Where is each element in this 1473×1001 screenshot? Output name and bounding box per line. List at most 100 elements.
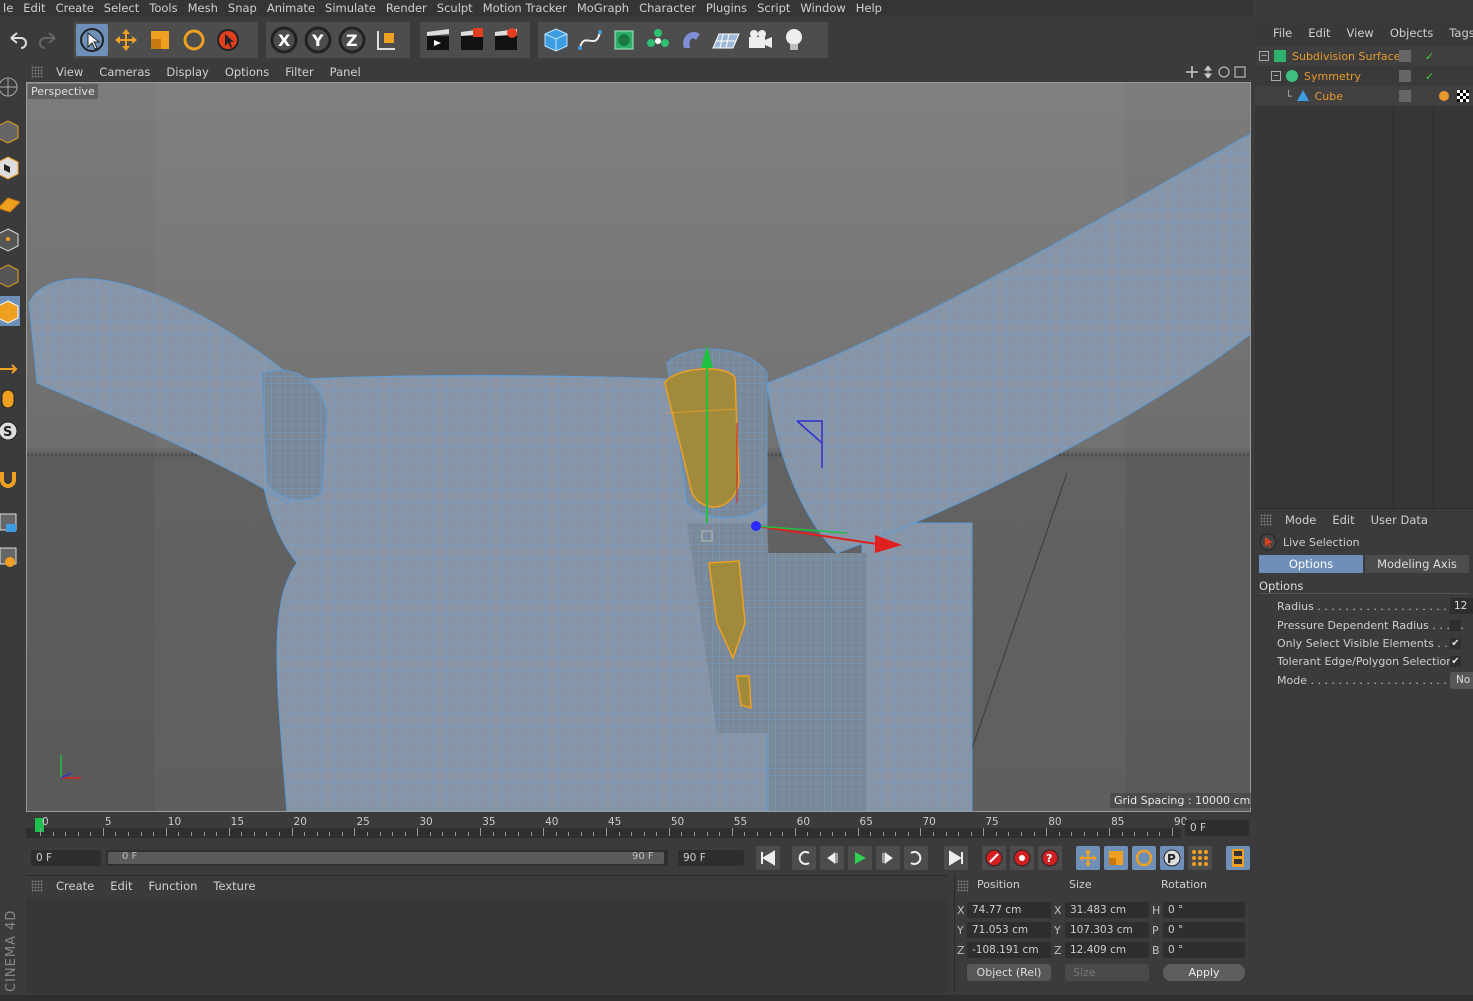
am-menu-edit[interactable]: Edit bbox=[1324, 513, 1362, 527]
goto-next-key-button[interactable] bbox=[904, 846, 928, 870]
mat-menu-texture[interactable]: Texture bbox=[205, 879, 263, 893]
vp-menu-view[interactable]: View bbox=[48, 65, 91, 79]
mat-menu-create[interactable]: Create bbox=[48, 879, 102, 893]
mograph-cloner-button[interactable] bbox=[642, 24, 674, 56]
menu-plugins[interactable]: Plugins bbox=[703, 1, 754, 15]
tab-modeling-axis[interactable]: Modeling Axis bbox=[1365, 555, 1469, 573]
mat-menu-function[interactable]: Function bbox=[141, 879, 206, 893]
position-z-field[interactable]: -108.191 cm bbox=[967, 942, 1051, 958]
goto-start-button[interactable] bbox=[756, 846, 780, 870]
enabled-check-icon[interactable]: ✓ bbox=[1425, 70, 1434, 83]
zoom-view-icon[interactable] bbox=[1202, 66, 1214, 78]
deformer-button[interactable] bbox=[676, 24, 708, 56]
points-mode-button[interactable] bbox=[0, 224, 20, 254]
menu-character[interactable]: Character bbox=[636, 1, 703, 15]
polygons-mode-button[interactable] bbox=[0, 296, 20, 326]
model-mode-button[interactable] bbox=[0, 116, 20, 146]
om-menu-file[interactable]: File bbox=[1265, 26, 1300, 40]
size-mode-select[interactable]: Size bbox=[1065, 964, 1149, 981]
spline-button[interactable] bbox=[574, 24, 606, 56]
om-menu-objects[interactable]: Objects bbox=[1382, 26, 1441, 40]
layer-toggle-icon[interactable] bbox=[1399, 70, 1411, 82]
size-y-field[interactable]: 107.303 cm bbox=[1065, 922, 1149, 938]
menu-select[interactable]: Select bbox=[101, 1, 146, 15]
key-position-button[interactable] bbox=[1076, 846, 1100, 870]
edges-mode-button[interactable] bbox=[0, 260, 20, 290]
tab-options[interactable]: Options bbox=[1259, 555, 1363, 573]
undo-button[interactable] bbox=[2, 24, 32, 56]
menu-mograph[interactable]: MoGraph bbox=[574, 1, 636, 15]
position-y-field[interactable]: 71.053 cm bbox=[967, 922, 1051, 938]
goto-prev-key-button[interactable] bbox=[792, 846, 816, 870]
om-menu-edit[interactable]: Edit bbox=[1300, 26, 1338, 40]
pressure-radius-checkbox[interactable] bbox=[1450, 620, 1461, 631]
tweak-mode-button[interactable] bbox=[0, 384, 20, 414]
am-menu-user-data[interactable]: User Data bbox=[1363, 513, 1436, 527]
goto-end-button[interactable] bbox=[944, 846, 968, 870]
x-axis-button[interactable]: X bbox=[268, 24, 300, 56]
timeline-ruler[interactable]: 0 5 10 15 20 25 30 35 40 45 50 55 60 65 70 75 80 85 90 bbox=[26, 814, 1187, 842]
radius-field[interactable]: 12 bbox=[1450, 598, 1473, 614]
vp-menu-options[interactable]: Options bbox=[217, 65, 277, 79]
live-selection-button[interactable] bbox=[76, 24, 108, 56]
goto-prev-frame-button[interactable] bbox=[820, 846, 844, 870]
texture-tag-icon[interactable] bbox=[1457, 90, 1469, 102]
coordinate-mode-select[interactable]: Object (Rel) bbox=[967, 964, 1051, 981]
vp-menu-cameras[interactable]: Cameras bbox=[91, 65, 158, 79]
apply-button[interactable]: Apply bbox=[1163, 964, 1245, 981]
redo-button[interactable] bbox=[34, 24, 64, 56]
current-frame-field[interactable]: 0 F bbox=[1185, 820, 1249, 836]
menu-animate[interactable]: Animate bbox=[264, 1, 322, 15]
om-menu-tags[interactable]: Tags bbox=[1441, 26, 1473, 40]
render-settings-button[interactable] bbox=[490, 24, 522, 56]
menu-script[interactable]: Script bbox=[754, 1, 797, 15]
menu-snap[interactable]: Snap bbox=[225, 1, 264, 15]
menu-mesh[interactable]: Mesh bbox=[185, 1, 225, 15]
snap-button[interactable]: S bbox=[0, 416, 20, 446]
camera-button[interactable] bbox=[744, 24, 776, 56]
tolerant-selection-checkbox[interactable]: ✔ bbox=[1450, 656, 1461, 667]
workplane-snap-button[interactable] bbox=[0, 542, 20, 572]
menu-motion-tracker[interactable]: Motion Tracker bbox=[480, 1, 574, 15]
mode-select[interactable]: No bbox=[1450, 672, 1473, 689]
end-frame-field[interactable]: 90 F bbox=[678, 850, 744, 866]
menu-edit[interactable]: Edit bbox=[20, 1, 52, 15]
layer-toggle-icon[interactable] bbox=[1399, 50, 1411, 62]
menu-tools[interactable]: Tools bbox=[146, 1, 184, 15]
goto-next-frame-button[interactable] bbox=[876, 846, 900, 870]
vp-menu-panel[interactable]: Panel bbox=[322, 65, 369, 79]
render-view-button[interactable] bbox=[422, 24, 454, 56]
y-axis-button[interactable]: Y bbox=[302, 24, 334, 56]
workplane-mode-button[interactable] bbox=[0, 188, 20, 218]
am-menu-mode[interactable]: Mode bbox=[1277, 513, 1324, 527]
lock-workplane-button[interactable] bbox=[0, 508, 20, 538]
visible-elements-checkbox[interactable]: ✔ bbox=[1450, 638, 1461, 649]
mat-menu-edit[interactable]: Edit bbox=[102, 879, 140, 893]
layer-toggle-icon[interactable] bbox=[1399, 90, 1411, 102]
record-keys-button[interactable] bbox=[982, 846, 1006, 870]
coordinate-system-button[interactable] bbox=[370, 24, 402, 56]
menu-help[interactable]: Help bbox=[853, 1, 889, 15]
subdivision-surface-button[interactable] bbox=[608, 24, 640, 56]
menu-sculpt[interactable]: Sculpt bbox=[434, 1, 480, 15]
enabled-check-icon[interactable]: ✓ bbox=[1425, 50, 1434, 63]
play-button[interactable] bbox=[848, 846, 872, 870]
key-scale-button[interactable] bbox=[1104, 846, 1128, 870]
size-x-field[interactable]: 31.483 cm bbox=[1065, 902, 1149, 918]
rotate-tool-button[interactable] bbox=[178, 24, 210, 56]
object-row-symmetry[interactable]: − Symmetry ✓ bbox=[1255, 66, 1473, 86]
key-pla-button[interactable] bbox=[1188, 846, 1212, 870]
make-editable-button[interactable] bbox=[0, 72, 20, 102]
rotation-p-field[interactable]: 0 ° bbox=[1163, 922, 1245, 938]
object-row-cube[interactable]: └ Cube bbox=[1255, 86, 1473, 106]
collapse-toggle-icon[interactable]: − bbox=[1271, 71, 1281, 81]
texture-mode-button[interactable] bbox=[0, 152, 20, 182]
scale-tool-button[interactable] bbox=[144, 24, 176, 56]
axis-mode-button[interactable] bbox=[0, 354, 20, 384]
menu-window[interactable]: Window bbox=[797, 1, 852, 15]
cube-object-button[interactable] bbox=[540, 24, 572, 56]
vp-menu-filter[interactable]: Filter bbox=[277, 65, 321, 79]
maximize-view-icon[interactable] bbox=[1234, 66, 1246, 78]
menu-file[interactable]: le bbox=[0, 1, 20, 15]
size-z-field[interactable]: 12.409 cm bbox=[1065, 942, 1149, 958]
